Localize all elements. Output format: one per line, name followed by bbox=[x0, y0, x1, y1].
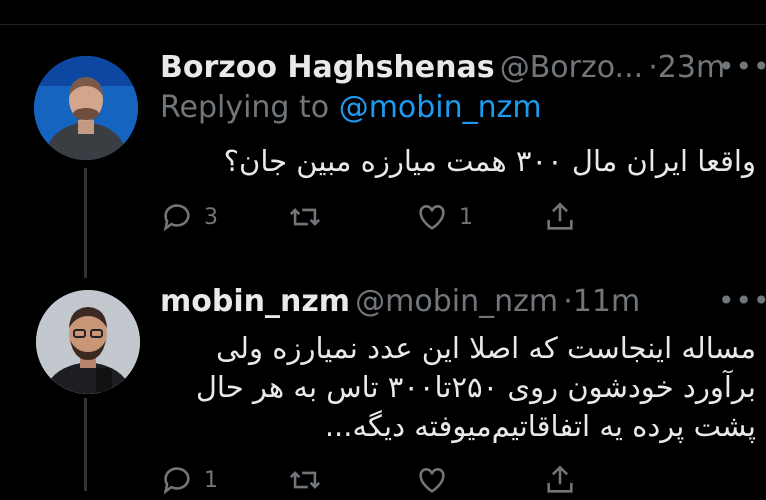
reply-button[interactable]: 3 bbox=[160, 197, 288, 237]
like-button[interactable]: 1 bbox=[415, 197, 543, 237]
more-icon[interactable]: ••• bbox=[718, 50, 766, 83]
avatar[interactable] bbox=[36, 290, 140, 394]
separator-dot: · bbox=[648, 50, 658, 85]
reply-count: 3 bbox=[204, 204, 218, 230]
tweet-header: mobin_nzm @mobin_nzm ·11m bbox=[160, 284, 640, 319]
retweet-button[interactable] bbox=[288, 197, 416, 237]
reply-button[interactable]: 1 bbox=[160, 460, 288, 500]
tweet-actions: 3 1 bbox=[160, 197, 670, 237]
reply-icon bbox=[163, 467, 190, 495]
tweet-actions: 1 bbox=[160, 460, 670, 500]
replying-to-label: Replying to bbox=[160, 90, 330, 125]
thread-line bbox=[84, 398, 87, 491]
author-name[interactable]: Borzoo Haghshenas bbox=[160, 50, 495, 85]
tweet-time[interactable]: 11m bbox=[573, 284, 640, 319]
tweet-text-line: برآورد خودشون روی ۲۵۰تا۳۰۰ تاس به هر حال bbox=[195, 370, 756, 404]
tweet-time[interactable]: 23m bbox=[658, 50, 725, 85]
thread-line bbox=[84, 168, 87, 278]
replying-to-mention[interactable]: @mobin_nzm bbox=[339, 90, 542, 125]
tweet-text: واقعا ایران مال ۳۰۰ همت میارزه مبین جان؟ bbox=[223, 144, 756, 178]
reply-icon bbox=[163, 204, 190, 232]
avatar[interactable] bbox=[34, 56, 138, 160]
share-button[interactable] bbox=[543, 460, 671, 500]
replying-to: Replying to @mobin_nzm bbox=[160, 90, 542, 125]
tweet-text-line: مساله اینجاست که اصلا این عدد نمیارزه ول… bbox=[216, 331, 756, 365]
tweet-header: Borzoo Haghshenas @Borzo... ·23m bbox=[160, 50, 725, 85]
author-handle[interactable]: @Borzo... bbox=[500, 50, 643, 85]
like-button[interactable] bbox=[415, 460, 543, 500]
share-button[interactable] bbox=[543, 197, 671, 237]
retweet-icon bbox=[289, 208, 320, 226]
tweet-text-line: پشت پرده یه اتفاقاتیم‌میوفته دیگه... bbox=[324, 409, 756, 443]
tweet-text: مساله اینجاست که اصلا این عدد نمیارزه ول… bbox=[160, 329, 756, 446]
separator-dot: · bbox=[563, 284, 573, 319]
share-icon bbox=[546, 202, 573, 230]
top-divider bbox=[0, 24, 766, 25]
retweet-icon bbox=[289, 471, 320, 489]
heart-icon bbox=[419, 468, 445, 493]
heart-icon bbox=[419, 205, 445, 230]
reply-count: 1 bbox=[204, 467, 218, 493]
like-count: 1 bbox=[459, 204, 473, 230]
share-icon bbox=[546, 465, 573, 493]
more-icon[interactable]: ••• bbox=[718, 284, 766, 317]
author-handle[interactable]: @mobin_nzm bbox=[355, 284, 558, 319]
retweet-button[interactable] bbox=[288, 460, 416, 500]
author-name[interactable]: mobin_nzm bbox=[160, 284, 350, 319]
